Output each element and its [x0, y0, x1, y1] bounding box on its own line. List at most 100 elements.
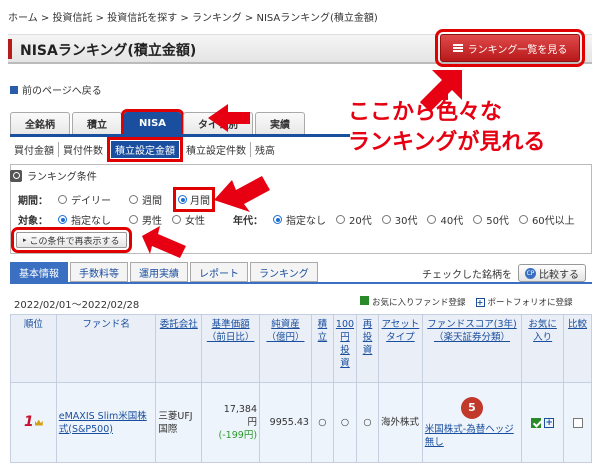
annotation-text: ここから色々な ランキングが見れる: [348, 100, 546, 155]
radio-age-50[interactable]: [473, 215, 483, 224]
tab-type[interactable]: タイプ別: [183, 112, 254, 134]
list-icon: [452, 44, 463, 52]
radio-target-none[interactable]: [58, 215, 67, 224]
monthly-option: 月間: [173, 187, 215, 212]
legend-portfolio-label: ポートフォリオに登録: [487, 298, 573, 308]
th-reinvest[interactable]: 再投資: [356, 314, 379, 383]
period-row: 期間： デイリー 週間 月間: [18, 187, 215, 212]
favorite-checkbox[interactable]: [531, 417, 542, 428]
breadcrumb-current: NISAランキング(積立金額): [256, 13, 378, 24]
radio-female[interactable]: [172, 215, 181, 224]
radio-age-40[interactable]: [427, 215, 437, 224]
radio-target-none-label: 指定なし: [71, 216, 111, 227]
compare-button[interactable]: CP 比較する: [518, 264, 586, 282]
tab-nisa[interactable]: NISA: [120, 109, 185, 137]
radio-age-30[interactable]: [381, 215, 391, 224]
tab-performance[interactable]: 実績: [255, 112, 306, 134]
cell-fund-score: 5 米国株式-為替ヘッジ無し: [421, 382, 523, 463]
back-link-label: 前のページへ戻る: [22, 86, 102, 97]
sub-tabs: 買付金額 買付件数 積立設定金額 積立設定件数 残高: [10, 136, 279, 162]
subtab-balance[interactable]: 残高: [251, 142, 279, 157]
cell-asset-type: 海外株式: [377, 382, 423, 463]
info-tab-performance[interactable]: 運用実績: [130, 262, 188, 282]
triangle-right-icon: ▸: [23, 236, 27, 244]
breadcrumb-investment-trust[interactable]: 投資信託: [52, 13, 92, 24]
radio-male[interactable]: [129, 215, 138, 224]
nav-change: (-199円): [218, 430, 258, 441]
search-icon: [10, 169, 22, 182]
breadcrumb-search[interactable]: 投資信託を探す: [107, 13, 177, 24]
back-square-icon: [10, 85, 18, 94]
radio-weekly[interactable]: [129, 195, 138, 204]
cell-compare: [563, 382, 592, 463]
breadcrumb-ranking[interactable]: ランキング: [192, 13, 242, 24]
portfolio-add-icon[interactable]: +: [544, 417, 555, 428]
th-company[interactable]: 委託会社: [155, 314, 203, 383]
radio-daily[interactable]: [58, 195, 67, 204]
subtab-purchase-count[interactable]: 買付件数: [59, 141, 108, 157]
th-compare[interactable]: 比較: [563, 314, 592, 383]
th-net-assets[interactable]: 純資産（億円）: [259, 314, 312, 383]
legend-portfolio: + ポートフォリオに登録: [475, 296, 573, 308]
th-asset-type[interactable]: アセットタイプ: [377, 314, 423, 383]
compare-area: チェックした銘柄を CP 比較する: [422, 264, 586, 282]
checkbox-icon: [360, 296, 369, 305]
radio-age-30-label: 30代: [394, 216, 418, 227]
subtab-setting-count[interactable]: 積立設定件数: [182, 141, 251, 157]
fund-name-link[interactable]: eMAXIS Slim米国株式(S&P500): [59, 411, 147, 435]
legend-favorite: お気に入りファンド登録: [360, 296, 466, 308]
radio-monthly-label: 月間: [190, 196, 210, 207]
radio-monthly[interactable]: [178, 195, 187, 204]
radio-age-none-label: 指定なし: [286, 216, 326, 227]
tab-tsumitate[interactable]: 積立: [72, 112, 122, 134]
score-category-link[interactable]: 米国株式-為替ヘッジ無し: [425, 424, 514, 448]
redisplay-button-label: この条件で再表示する: [29, 236, 120, 247]
th-nav[interactable]: 基準価額（前日比）: [201, 314, 261, 383]
tab-all[interactable]: 全銘柄: [10, 112, 70, 134]
target-row: 対象： 指定なし 男性 女性 年代： 指定なし 20代 30代 40代 50代 …: [18, 212, 575, 227]
crown-icon: [34, 419, 43, 426]
cell-favorite: +: [521, 382, 565, 463]
cell-tsumitate: ○: [310, 382, 334, 463]
subtab-purchase-amount[interactable]: 買付金額: [10, 141, 59, 157]
breadcrumb-separator: >: [95, 13, 105, 24]
table-header-row: 順位 ファンド名 委託会社 基準価額（前日比） 純資産（億円） 積立 100円投…: [10, 314, 592, 383]
radio-age-20[interactable]: [336, 215, 345, 224]
back-link[interactable]: 前のページへ戻る: [10, 82, 102, 97]
subtab-setting-amount[interactable]: 積立設定金額: [107, 136, 183, 162]
conditions-title-label: ランキング条件: [27, 172, 97, 183]
th-invest100[interactable]: 100円投資: [332, 314, 358, 383]
table-row: 1 eMAXIS Slim米国株式(S&P500) 三菱UFJ国際 17,384…: [10, 382, 592, 463]
compare-checkbox[interactable]: [572, 417, 583, 428]
info-tab-basic[interactable]: 基本情報: [10, 262, 68, 282]
nav-value: 17,384: [223, 404, 258, 415]
age-label: 年代：: [233, 216, 263, 227]
radio-daily-label: デイリー: [71, 196, 111, 207]
redisplay-button[interactable]: ▸ この条件で再表示する: [11, 227, 132, 253]
radio-age-20-label: 20代: [349, 216, 372, 227]
cell-reinvest: ○: [356, 382, 379, 463]
th-fund-score[interactable]: ファンドスコア(3年)（楽天証券分類）: [421, 314, 523, 383]
legend-favorite-label: お気に入りファンド登録: [372, 298, 466, 308]
info-tab-fees[interactable]: 手数料等: [70, 262, 128, 282]
date-range: 2022/02/01～2022/02/28: [14, 300, 140, 311]
cell-net-assets: 9955.43: [259, 382, 312, 463]
cell-nav: 17,384 円 (-199円): [201, 382, 261, 463]
main-tabs: 全銘柄 積立 NISA タイプ別 実績: [10, 109, 306, 137]
info-tabs-underline: [10, 282, 592, 284]
info-tab-ranking[interactable]: ランキング: [250, 262, 318, 282]
radio-age-none[interactable]: [273, 215, 282, 224]
ranking-list-button[interactable]: ランキング一覧を見る: [435, 29, 585, 67]
plus-icon: +: [475, 298, 485, 307]
score-badge: 5: [460, 396, 483, 419]
radio-age-60[interactable]: [518, 215, 528, 224]
breadcrumb-home[interactable]: ホーム: [8, 13, 38, 24]
ranking-list-button-label: ランキング一覧を見る: [467, 44, 568, 56]
info-tab-report[interactable]: レポート: [190, 262, 248, 282]
th-tsumitate[interactable]: 積立: [310, 314, 334, 383]
breadcrumb: ホーム > 投資信託 > 投資信託を探す > ランキング > NISAランキング…: [8, 9, 378, 24]
breadcrumb-separator: >: [180, 13, 189, 24]
th-favorite[interactable]: お気に入り: [521, 314, 565, 383]
compare-icon: CP: [525, 267, 536, 279]
compare-text: チェックした銘柄を: [422, 269, 512, 281]
